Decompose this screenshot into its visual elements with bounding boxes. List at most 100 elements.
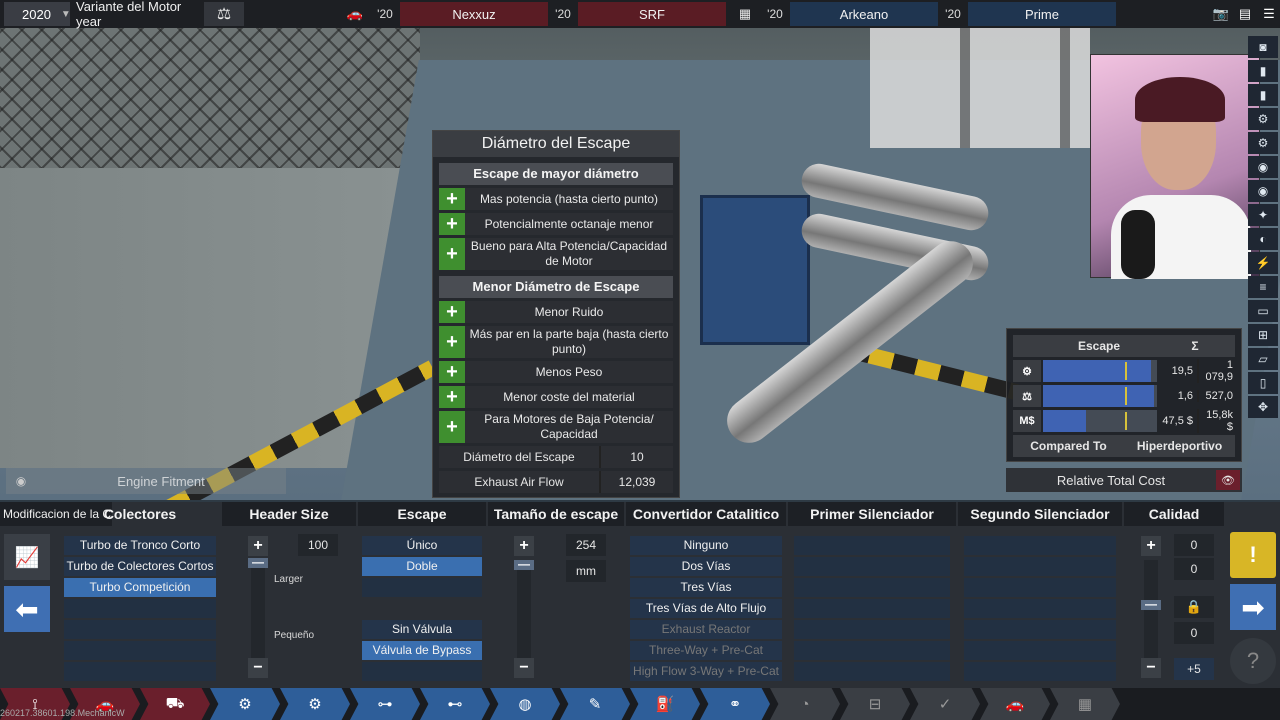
- slider-handle[interactable]: —: [1141, 598, 1161, 610]
- option-valvula-bypass[interactable]: Válvula de Bypass: [362, 641, 482, 660]
- tamano-unit[interactable]: mm: [566, 560, 606, 582]
- tab-tuning-icon[interactable]: ✎: [560, 688, 630, 720]
- option-tres-vias-alto-flujo[interactable]: Tres Vías de Alto Flujo: [630, 599, 782, 618]
- engine2-name[interactable]: Prime: [968, 2, 1116, 26]
- plus-button[interactable]: +: [1141, 536, 1161, 556]
- muffler-slot[interactable]: [794, 641, 950, 660]
- tab-exhaust-icon[interactable]: ⚭: [700, 688, 770, 720]
- stat-bar-fill: [1043, 410, 1087, 432]
- engine-part-icon[interactable]: ⊞: [1248, 324, 1278, 346]
- plus-button[interactable]: +: [248, 536, 268, 556]
- item-text: Menor Ruido: [534, 304, 604, 319]
- header-size-slider[interactable]: [251, 560, 265, 660]
- tamano-slider[interactable]: [517, 560, 531, 660]
- minus-button[interactable]: −: [248, 658, 268, 678]
- option-tres-vias[interactable]: Tres Vías: [630, 578, 782, 597]
- camera-icon[interactable]: 📷: [1210, 2, 1232, 26]
- stat-value: 1,6: [1177, 390, 1193, 402]
- tab-test-icon[interactable]: ◔: [770, 688, 840, 720]
- muffler-slot[interactable]: [794, 599, 950, 618]
- muffler-slot[interactable]: [794, 620, 950, 639]
- tab-bottom-end-icon[interactable]: ⊶: [350, 688, 420, 720]
- engine-part-icon[interactable]: ✦: [1248, 204, 1278, 226]
- tab-drivetrain-icon[interactable]: ⊟: [840, 688, 910, 720]
- engine-part-icon[interactable]: ▯: [1248, 372, 1278, 394]
- graph-icon[interactable]: 📈: [4, 534, 50, 580]
- tab-engine-block-icon[interactable]: ⚙: [210, 688, 280, 720]
- engine-part-icon[interactable]: ▮: [1248, 60, 1278, 82]
- plus-button[interactable]: +: [514, 536, 534, 556]
- side-toolbar: ◙ ▮ ▮ ⚙ ⚙ ◉ ◉ ✦ ◐ ⚡ ≡ ▭ ⊞ ▱ ▯ ✥: [1248, 36, 1278, 418]
- minus-button[interactable]: −: [514, 658, 534, 678]
- menu-icon[interactable]: ☰: [1258, 2, 1280, 26]
- tamano-value[interactable]: 254: [566, 534, 606, 556]
- move-icon[interactable]: ✥: [1248, 396, 1278, 418]
- tab-chassis-icon[interactable]: ⛟: [140, 688, 210, 720]
- engine-part-icon[interactable]: ◐: [1248, 228, 1278, 250]
- list-item: + Menos Peso: [439, 361, 673, 383]
- muffler-slot[interactable]: [964, 620, 1116, 639]
- tab-turbo-icon[interactable]: ◍: [490, 688, 560, 720]
- tab-stats-icon[interactable]: ▦: [1050, 688, 1120, 720]
- tab-approve-icon[interactable]: ✓: [910, 688, 980, 720]
- option-sin-valvula[interactable]: Sin Válvula: [362, 620, 482, 639]
- engine-fitment-bar[interactable]: ◉ Engine Fitment: [6, 468, 286, 494]
- lock-icon[interactable]: 🔒: [1174, 596, 1214, 618]
- muffler-slot[interactable]: [794, 557, 950, 576]
- car1-name[interactable]: Nexxuz: [400, 2, 548, 26]
- webcam-overlay: [1090, 54, 1260, 279]
- eye-icon[interactable]: ◉: [6, 474, 36, 488]
- tab-fuel-icon[interactable]: ⛽: [630, 688, 700, 720]
- relative-cost-bar: Relative Total Cost 👁: [1006, 468, 1242, 492]
- slider-handle[interactable]: —: [248, 556, 268, 568]
- engine-part-icon[interactable]: ◉: [1248, 156, 1278, 178]
- help-icon[interactable]: ?: [1230, 638, 1276, 684]
- power-icon: ⚙: [1013, 360, 1041, 382]
- muffler-slot[interactable]: [794, 578, 950, 597]
- muffler-slot[interactable]: [964, 641, 1116, 660]
- muffler-slot[interactable]: [964, 557, 1116, 576]
- option-dos-vias[interactable]: Dos Vías: [630, 557, 782, 576]
- tab-engine-icon[interactable]: ⚙: [280, 688, 350, 720]
- option-turbo-competicion[interactable]: Turbo Competición: [64, 578, 216, 597]
- next-arrow-icon[interactable]: ➡: [1230, 584, 1276, 630]
- engine-part-icon[interactable]: ⚙: [1248, 132, 1278, 154]
- muffler-slot[interactable]: [794, 662, 950, 681]
- stat-total: 15,8k $: [1197, 409, 1235, 433]
- engine-part-icon[interactable]: ▭: [1248, 300, 1278, 322]
- engine-part-icon[interactable]: ▮: [1248, 84, 1278, 106]
- option-doble[interactable]: Doble: [362, 557, 482, 576]
- minus-button[interactable]: −: [1141, 658, 1161, 678]
- engine-part-icon[interactable]: ⚙: [1248, 108, 1278, 130]
- option-turbo-tronco-corto[interactable]: Turbo de Tronco Corto: [64, 536, 216, 555]
- muffler-slot[interactable]: [964, 578, 1116, 597]
- muffler-slot[interactable]: [964, 599, 1116, 618]
- compared-to-row[interactable]: Compared To Hiperdeportivo: [1013, 435, 1235, 457]
- option-unico[interactable]: Único: [362, 536, 482, 555]
- bottom-panel: 📈 ⬅ Modificacion de la C Colectores Turb…: [0, 502, 1280, 688]
- muffler-slot[interactable]: [964, 536, 1116, 555]
- engine-part-icon[interactable]: ⚡: [1248, 252, 1278, 274]
- year-dropdown[interactable]: 2020 ▼: [4, 2, 71, 26]
- muffler-slot[interactable]: [794, 536, 950, 555]
- car2-name[interactable]: SRF: [578, 2, 726, 26]
- header-size-value[interactable]: 100: [298, 534, 338, 556]
- warning-icon[interactable]: !: [1230, 532, 1276, 578]
- camera-icon[interactable]: ◙: [1248, 36, 1278, 58]
- back-arrow-icon[interactable]: ⬅: [4, 586, 50, 632]
- scale-icon[interactable]: ⚖: [204, 2, 244, 26]
- slider-handle[interactable]: —: [514, 558, 534, 570]
- option-ninguno[interactable]: Ninguno: [630, 536, 782, 555]
- option-turbo-colectores-cortos[interactable]: Turbo de Colectores Cortos: [64, 557, 216, 576]
- engine-part-icon[interactable]: ◉: [1248, 180, 1278, 202]
- engine1-name[interactable]: Arkeano: [790, 2, 938, 26]
- escape-title: Escape: [358, 502, 486, 526]
- eye-icon[interactable]: 👁: [1216, 470, 1240, 490]
- engine-part-icon[interactable]: ▱: [1248, 348, 1278, 370]
- tab-top-end-icon[interactable]: ⊷: [420, 688, 490, 720]
- muffler-slot[interactable]: [964, 662, 1116, 681]
- save-icon[interactable]: ▤: [1234, 2, 1256, 26]
- tab-car-icon[interactable]: 🚗: [980, 688, 1050, 720]
- engine-part-icon[interactable]: ≡: [1248, 276, 1278, 298]
- compared-to-value[interactable]: Hiperdeportivo: [1124, 435, 1235, 457]
